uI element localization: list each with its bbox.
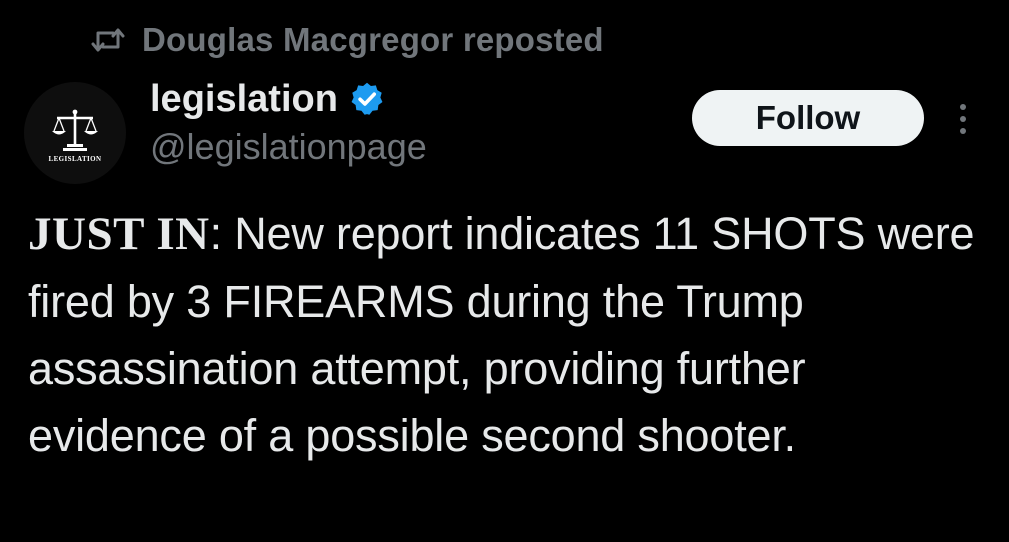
avatar[interactable]: LEGISLATION [24, 82, 126, 184]
scales-of-justice-icon [52, 109, 98, 151]
repost-icon [88, 20, 128, 60]
post-text: JUST IN: New report indicates 11 SHOTS w… [28, 200, 993, 469]
more-vertical-icon[interactable] [946, 96, 980, 142]
post-lead-colon: : [209, 208, 223, 259]
display-name[interactable]: legislation [150, 78, 338, 121]
name-row: legislation [150, 74, 427, 124]
verified-badge-icon[interactable] [348, 80, 386, 118]
follow-button[interactable]: Follow [692, 90, 924, 146]
post-card[interactable]: Douglas Macgregor reposted LEGISLATION l… [0, 0, 1009, 542]
author-info: legislation @legislationpage [150, 74, 427, 168]
avatar-caption: LEGISLATION [48, 155, 102, 163]
repost-header[interactable]: Douglas Macgregor reposted [88, 16, 604, 64]
repost-label[interactable]: Douglas Macgregor reposted [142, 21, 604, 59]
author-handle[interactable]: @legislationpage [150, 126, 427, 168]
post-lead: JUST IN [28, 208, 210, 260]
